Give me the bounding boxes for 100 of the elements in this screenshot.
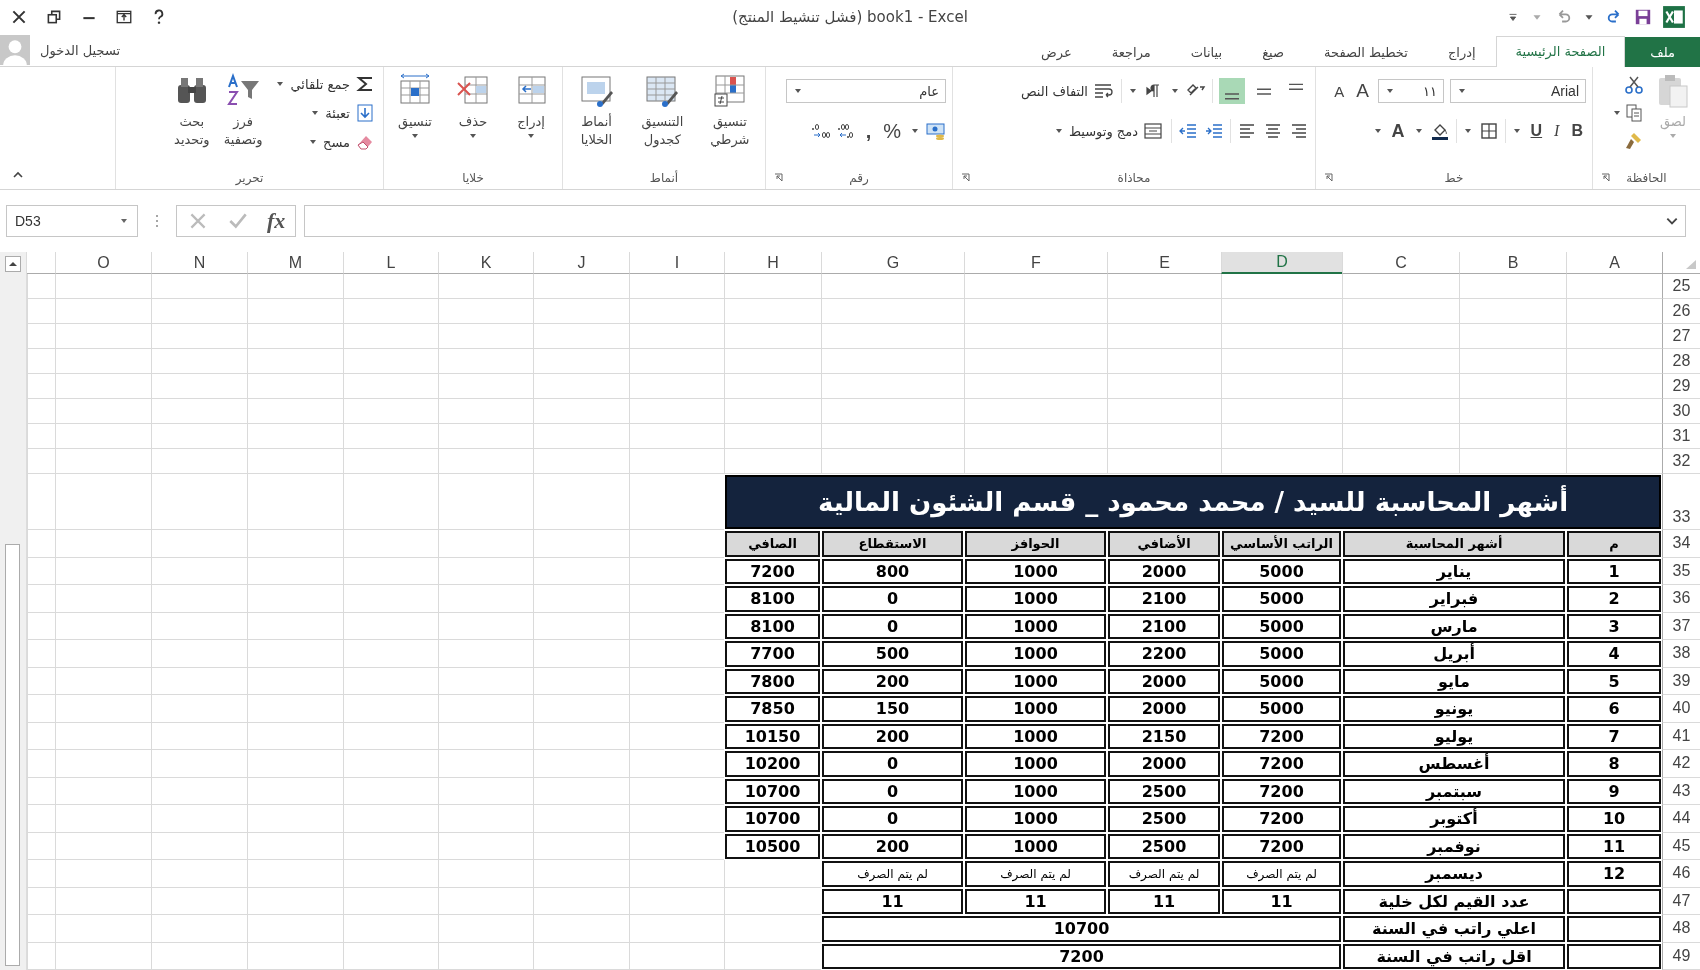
- sheet-cell[interactable]: [724, 324, 821, 349]
- sheet-cell[interactable]: [55, 449, 151, 474]
- sheet-cell[interactable]: [55, 324, 151, 349]
- sheet-cell[interactable]: [151, 695, 247, 723]
- sheet-cell[interactable]: [1566, 424, 1662, 449]
- sheet-cell[interactable]: [1459, 274, 1566, 299]
- sheet-cell[interactable]: [629, 612, 724, 640]
- sheet-cell[interactable]: [151, 832, 247, 860]
- sheet-cell[interactable]: [629, 722, 724, 750]
- shrink-font-button[interactable]: A: [1331, 82, 1348, 100]
- sheet-cell[interactable]: [343, 374, 438, 399]
- row-number[interactable]: 26: [1662, 299, 1700, 324]
- format-painter-icon[interactable]: [1624, 131, 1644, 151]
- sheet-cell[interactable]: [55, 942, 151, 970]
- row-number[interactable]: 37: [1662, 612, 1700, 640]
- sheet-cell[interactable]: [247, 667, 343, 695]
- sheet-cell[interactable]: [1107, 349, 1221, 374]
- sheet-cell[interactable]: [27, 324, 55, 349]
- sheet-cell[interactable]: [1459, 399, 1566, 424]
- sheet-cell[interactable]: [724, 274, 821, 299]
- sheet-cell[interactable]: [27, 722, 55, 750]
- sheet-cell[interactable]: [27, 585, 55, 613]
- sheet-cell[interactable]: [27, 777, 55, 805]
- sheet-cell[interactable]: [533, 324, 629, 349]
- sheet-cell[interactable]: [1566, 449, 1662, 474]
- sheet-cell[interactable]: [821, 449, 964, 474]
- scroll-up-icon[interactable]: [5, 256, 21, 272]
- vertical-align-button[interactable]: [1219, 78, 1245, 104]
- sheet-cell[interactable]: [151, 612, 247, 640]
- sheet-cell[interactable]: [1342, 299, 1459, 324]
- sheet-cell[interactable]: [533, 274, 629, 299]
- styles-button[interactable]: التنسيق كجدول: [638, 71, 687, 151]
- sheet-cell[interactable]: [1107, 374, 1221, 399]
- sheet-cell[interactable]: [533, 942, 629, 970]
- sheet-cell[interactable]: [343, 887, 438, 915]
- sheet-cell[interactable]: [151, 915, 247, 943]
- sheet-cell[interactable]: [343, 324, 438, 349]
- sheet-cell[interactable]: [151, 722, 247, 750]
- sheet-cell[interactable]: [55, 860, 151, 888]
- sheet-cell[interactable]: [533, 374, 629, 399]
- sheet-cell[interactable]: [343, 750, 438, 778]
- sheet-cell[interactable]: [1566, 399, 1662, 424]
- styles-button[interactable]: أنماط الخلايا: [575, 71, 618, 151]
- sheet-cell[interactable]: [438, 915, 533, 943]
- ribbon-tab[interactable]: صيغ: [1242, 37, 1304, 67]
- sheet-cell[interactable]: [1107, 424, 1221, 449]
- sheet-cell[interactable]: [343, 399, 438, 424]
- underline-button[interactable]: U: [1527, 122, 1546, 140]
- column-header[interactable]: M: [247, 252, 343, 274]
- sheet-cell[interactable]: [151, 777, 247, 805]
- sheet-cell[interactable]: [964, 274, 1107, 299]
- sheet-cell[interactable]: [247, 474, 343, 530]
- sheet-cell[interactable]: [438, 585, 533, 613]
- sheet-cell[interactable]: [343, 274, 438, 299]
- sheet-cell[interactable]: [343, 695, 438, 723]
- fill-button[interactable]: تعبئة: [273, 102, 377, 124]
- sheet-cell[interactable]: [438, 474, 533, 530]
- sheet-cell[interactable]: [629, 399, 724, 424]
- column-header[interactable]: B: [1459, 252, 1566, 274]
- sign-in-link[interactable]: تسجيل الدخول: [40, 42, 121, 58]
- row-number[interactable]: 38: [1662, 640, 1700, 668]
- sheet-cell[interactable]: [343, 530, 438, 558]
- select-all-icon[interactable]: [1685, 258, 1697, 270]
- sheet-cell[interactable]: [343, 640, 438, 668]
- cells-button[interactable]: تنسيق: [394, 71, 436, 143]
- sheet-cell[interactable]: [1221, 424, 1342, 449]
- sheet-cell[interactable]: [1342, 349, 1459, 374]
- launcher-icon[interactable]: [774, 173, 784, 183]
- sheet-cell[interactable]: [533, 299, 629, 324]
- column-header[interactable]: L: [343, 252, 438, 274]
- sheet-cell[interactable]: [151, 349, 247, 374]
- cells-button[interactable]: حذف: [452, 71, 494, 143]
- sheet-cell[interactable]: [247, 695, 343, 723]
- ribbon-display-icon[interactable]: [115, 8, 133, 26]
- sheet-cell[interactable]: [27, 750, 55, 778]
- comma-button[interactable]: ,: [862, 119, 875, 143]
- launcher-icon[interactable]: [961, 173, 971, 183]
- sheet-cell[interactable]: [151, 274, 247, 299]
- sheet-cell[interactable]: [1107, 299, 1221, 324]
- sheet-cell[interactable]: [247, 750, 343, 778]
- sheet-cell[interactable]: [27, 274, 55, 299]
- row-number[interactable]: 32: [1662, 449, 1700, 474]
- cells-button[interactable]: إدراج: [510, 71, 552, 143]
- sheet-cell[interactable]: [343, 915, 438, 943]
- sheet-cell[interactable]: [1459, 424, 1566, 449]
- sheet-cell[interactable]: [151, 449, 247, 474]
- sheet-cell[interactable]: [27, 399, 55, 424]
- sheet-cell[interactable]: [1459, 324, 1566, 349]
- sheet-cell[interactable]: [438, 942, 533, 970]
- sheet-cell[interactable]: [533, 399, 629, 424]
- sheet-cell[interactable]: [55, 612, 151, 640]
- sheet-cell[interactable]: [343, 449, 438, 474]
- sheet-cell[interactable]: [247, 832, 343, 860]
- sheet-cell[interactable]: [533, 585, 629, 613]
- ribbon-tab[interactable]: بيانات: [1170, 37, 1243, 67]
- sheet-cell[interactable]: [1107, 324, 1221, 349]
- sheet-cell[interactable]: [1342, 424, 1459, 449]
- sheet-cell[interactable]: [27, 942, 55, 970]
- sheet-cell[interactable]: [343, 942, 438, 970]
- sheet-cell[interactable]: [964, 449, 1107, 474]
